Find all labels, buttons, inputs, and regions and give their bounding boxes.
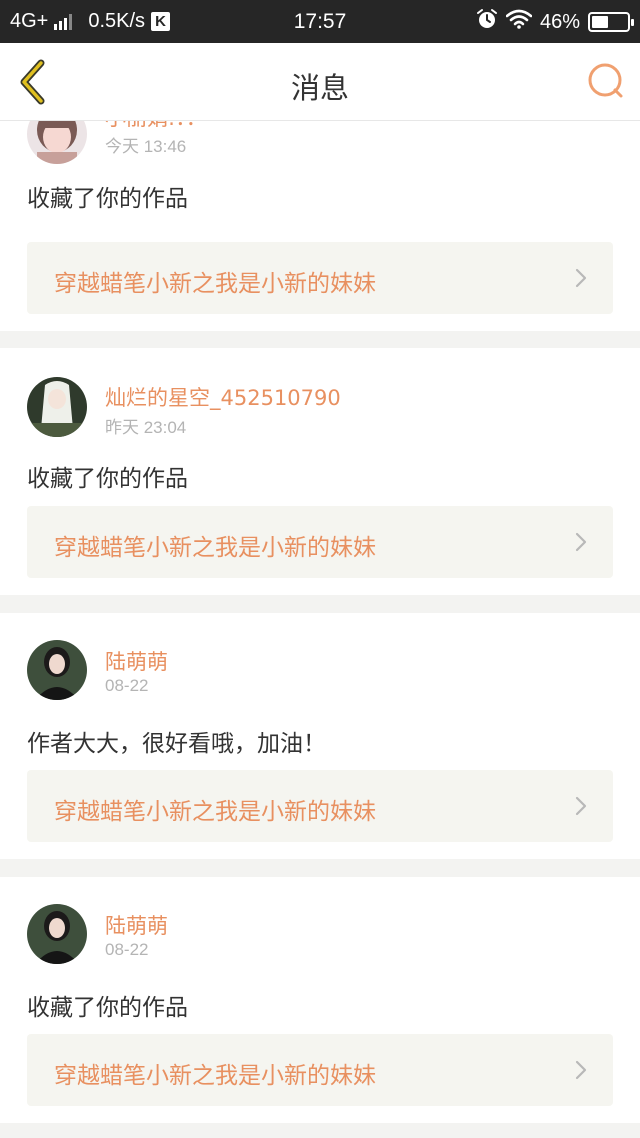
user-name[interactable]: 陆萌萌 xyxy=(105,910,168,940)
message-time: 昨天 23:04 xyxy=(105,418,187,437)
message-time: 今天 13:46 xyxy=(105,137,187,156)
message-action: 收藏了你的作品 xyxy=(27,186,188,212)
message-card: 小丽娟:：： 今天 13:46 收藏了你的作品 穿越蜡笔小新之我是小新的妹妹 xyxy=(0,121,640,331)
message-time: 08-22 xyxy=(105,676,149,695)
chevron-right-icon xyxy=(575,1060,587,1080)
work-link[interactable]: 穿越蜡笔小新之我是小新的妹妹 xyxy=(27,506,613,578)
nav-bar: 消息 xyxy=(0,43,640,121)
chevron-right-icon xyxy=(575,532,587,552)
page-title: 消息 xyxy=(290,71,349,105)
status-bar: 4G+ 0.5K/s K 17:57 46% xyxy=(0,0,640,43)
user-name[interactable]: 灿烂的星空_452510790 xyxy=(105,382,341,412)
message-action: 收藏了你的作品 xyxy=(27,995,188,1021)
battery-icon xyxy=(588,12,634,32)
status-right: 46% xyxy=(468,8,634,36)
search-icon[interactable] xyxy=(586,61,626,101)
message-card: 灿烂的星空_452510790 昨天 23:04 收藏了你的作品 穿越蜡笔小新之… xyxy=(0,348,640,595)
message-comment: 作者大大，很好看哦，加油！ xyxy=(27,731,326,757)
message-list[interactable]: 小丽娟:：： 今天 13:46 收藏了你的作品 穿越蜡笔小新之我是小新的妹妹 灿… xyxy=(0,121,640,1138)
work-title: 穿越蜡笔小新之我是小新的妹妹 xyxy=(54,535,376,561)
work-link[interactable]: 穿越蜡笔小新之我是小新的妹妹 xyxy=(27,770,613,842)
work-title: 穿越蜡笔小新之我是小新的妹妹 xyxy=(54,799,376,825)
message-card: 陆萌萌 08-22 作者大大，很好看哦，加油！ 穿越蜡笔小新之我是小新的妹妹 xyxy=(0,613,640,859)
user-name[interactable]: 小丽娟:：： xyxy=(105,121,207,132)
message-time: 08-22 xyxy=(105,940,149,959)
wifi-icon xyxy=(505,9,533,35)
message-card: 陆萌萌 08-22 收藏了你的作品 穿越蜡笔小新之我是小新的妹妹 xyxy=(0,877,640,1123)
avatar[interactable] xyxy=(27,121,87,164)
avatar[interactable] xyxy=(27,640,87,700)
alarm-icon xyxy=(476,8,498,36)
battery-percent: 46% xyxy=(539,10,580,33)
work-link[interactable]: 穿越蜡笔小新之我是小新的妹妹 xyxy=(27,242,613,314)
work-link[interactable]: 穿越蜡笔小新之我是小新的妹妹 xyxy=(27,1034,613,1106)
work-title: 穿越蜡笔小新之我是小新的妹妹 xyxy=(54,1063,376,1089)
message-action: 收藏了你的作品 xyxy=(27,466,188,492)
chevron-right-icon xyxy=(575,796,587,816)
chevron-right-icon xyxy=(575,268,587,288)
user-name[interactable]: 陆萌萌 xyxy=(105,646,168,676)
avatar[interactable] xyxy=(27,904,87,964)
avatar[interactable] xyxy=(27,377,87,437)
battery-level xyxy=(592,16,608,28)
work-title: 穿越蜡笔小新之我是小新的妹妹 xyxy=(54,271,376,297)
